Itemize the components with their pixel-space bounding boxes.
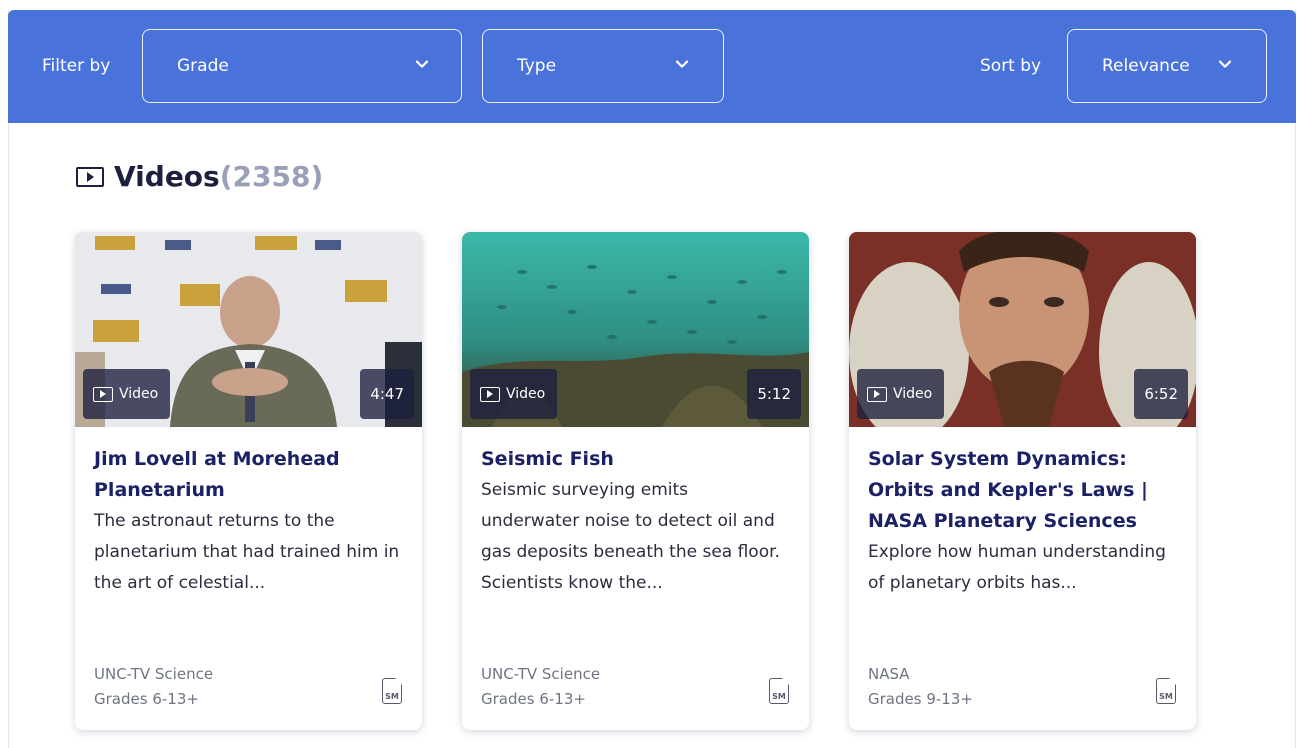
section-heading: Videos (2358) [76, 160, 323, 193]
sort-dropdown-value: Relevance [1102, 56, 1190, 76]
duration-badge: 6:52 [1134, 369, 1188, 419]
result-count: (2358) [219, 160, 324, 193]
video-card[interactable]: Video 5:12 Seismic Fish Seismic surveyin… [462, 232, 809, 730]
card-grades: Grades 9-13+ [868, 690, 973, 708]
card-description: The astronaut returns to the planetarium… [94, 511, 400, 593]
play-icon [93, 386, 113, 402]
sm-standard-icon: SM [769, 678, 789, 704]
card-title[interactable]: Seismic Fish [481, 444, 791, 475]
badge-label: Video [893, 386, 933, 402]
duration-badge: 4:47 [360, 369, 414, 419]
badge-label: Video [506, 386, 546, 402]
filter-by-label: Filter by [42, 56, 111, 76]
video-thumbnail[interactable]: Video 6:52 [849, 232, 1196, 427]
play-icon [480, 386, 500, 402]
video-thumbnail[interactable]: Video 5:12 [462, 232, 809, 427]
sort-dropdown[interactable]: Relevance [1067, 29, 1267, 103]
video-thumbnail[interactable]: Video 4:47 [75, 232, 422, 427]
type-dropdown[interactable]: Type [482, 29, 724, 103]
play-icon [867, 386, 887, 402]
video-card[interactable]: Video 4:47 Jim Lovell at Morehead Planet… [75, 232, 422, 730]
card-grades: Grades 6-13+ [481, 690, 586, 708]
video-type-badge: Video [470, 369, 558, 419]
card-footer: UNC-TV Science Grades 6-13+ [481, 662, 600, 712]
card-body: Seismic Fish Seismic surveying emits und… [481, 444, 791, 599]
video-type-badge: Video [857, 369, 945, 419]
card-body: Solar System Dynamics: Orbits and Kepler… [868, 444, 1178, 599]
sort-by-label: Sort by [980, 56, 1042, 76]
card-title[interactable]: Solar System Dynamics: Orbits and Kepler… [868, 444, 1178, 537]
chevron-down-icon [415, 60, 429, 68]
grade-dropdown-label: Grade [177, 56, 229, 76]
card-grades: Grades 6-13+ [94, 690, 199, 708]
badge-label: Video [119, 386, 159, 402]
card-source: NASA [868, 665, 910, 683]
sm-standard-icon: SM [1156, 678, 1176, 704]
video-icon [76, 166, 104, 187]
video-type-badge: Video [83, 369, 171, 419]
grade-dropdown[interactable]: Grade [142, 29, 462, 103]
type-dropdown-label: Type [517, 56, 557, 76]
card-source: UNC-TV Science [481, 665, 601, 683]
card-source: UNC-TV Science [94, 665, 214, 683]
card-description: Explore how human understanding of plane… [868, 542, 1166, 593]
card-footer: NASA Grades 9-13+ [868, 662, 973, 712]
card-body: Jim Lovell at Morehead Planetarium The a… [94, 444, 404, 599]
card-description: Seismic surveying emits underwater noise… [481, 480, 780, 593]
chevron-down-icon [675, 60, 689, 68]
filter-bar: Filter by Grade Type Sort by Relevance [8, 10, 1296, 123]
section-title: Videos [114, 160, 220, 193]
card-footer: UNC-TV Science Grades 6-13+ [94, 662, 213, 712]
chevron-down-icon [1218, 60, 1232, 68]
duration-badge: 5:12 [747, 369, 801, 419]
card-title[interactable]: Jim Lovell at Morehead Planetarium [94, 444, 404, 506]
video-card[interactable]: Video 6:52 Solar System Dynamics: Orbits… [849, 232, 1196, 730]
sm-standard-icon: SM [382, 678, 402, 704]
